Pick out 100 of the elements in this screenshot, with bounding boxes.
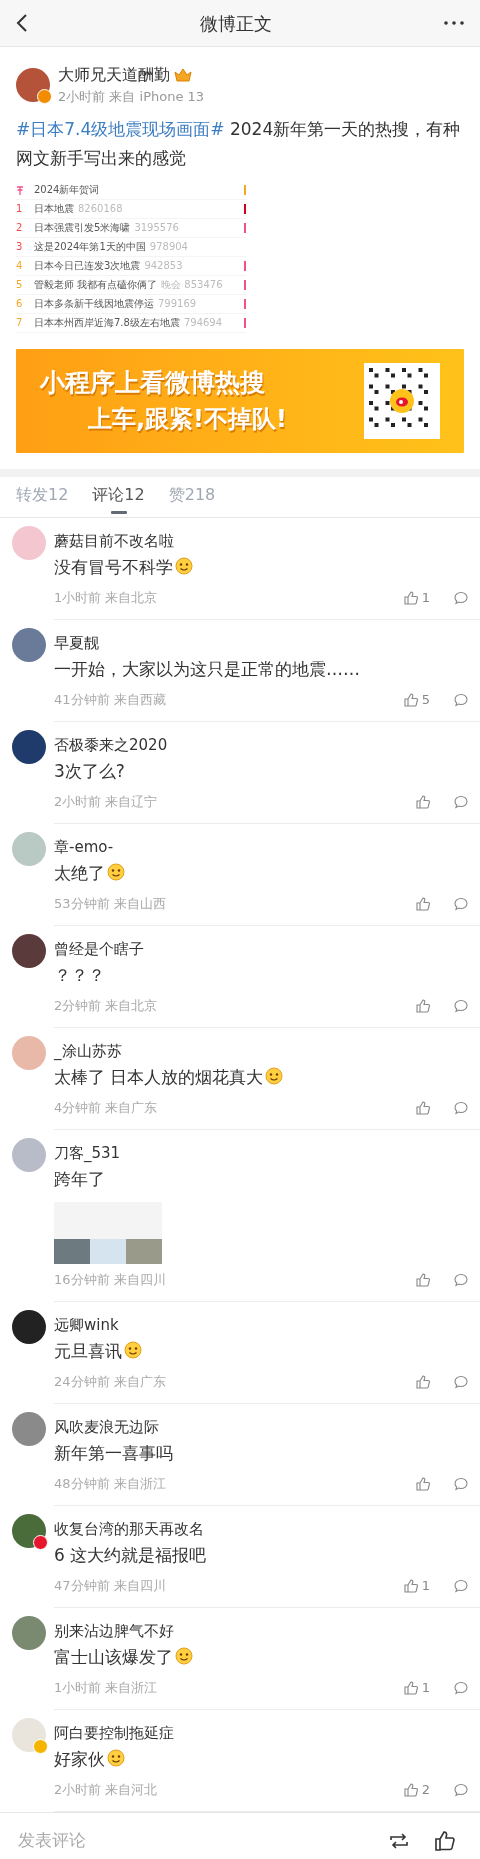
speech-bubble-icon [454, 1476, 468, 1491]
comment-text: 富士山该爆发了 [54, 1646, 173, 1667]
reply-button[interactable] [454, 1476, 468, 1491]
user-avatar[interactable] [12, 729, 46, 764]
like-button[interactable]: 5 [403, 692, 430, 707]
banner-tagline: 上车,跟紧!不掉队! [87, 404, 287, 436]
user-name[interactable]: 远卿wink [54, 1313, 468, 1336]
emoji-icon [107, 1748, 125, 1767]
reply-button[interactable] [454, 692, 468, 707]
user-name[interactable]: 章-emo- [54, 835, 468, 858]
hot-topic-title: 日本强震引发5米海啸 [34, 221, 131, 235]
reply-button[interactable] [454, 998, 468, 1013]
emoji-icon [265, 1066, 284, 1085]
thumbs-up-icon [416, 1476, 430, 1491]
speech-bubble-icon [454, 998, 468, 1013]
user-name[interactable]: 别来沾边脾气不好 [54, 1619, 468, 1642]
comment-time: 48分钟前 来自浙江 [54, 1474, 167, 1493]
like-button[interactable]: 1 [403, 1680, 430, 1695]
hot-count: 942853 [144, 259, 183, 273]
comment-time: 24分钟前 来自广东 [54, 1372, 167, 1391]
photo-placeholder[interactable] [54, 1201, 90, 1264]
thumbs-up-icon [403, 692, 418, 707]
user-avatar[interactable] [12, 1309, 46, 1344]
comment-time: 53分钟前 来自山西 [54, 894, 167, 913]
comment-text: 新年第一喜事吗 [54, 1442, 173, 1463]
emoji-icon [175, 1646, 193, 1665]
speech-bubble-icon [454, 590, 468, 605]
thumbs-up-icon [416, 1100, 430, 1115]
author-name[interactable]: 大师兄天道酬勤 [58, 63, 170, 87]
comment-text: 一开始，大家以为这只是正常的地震…… [54, 658, 360, 679]
back-button[interactable] [16, 13, 28, 33]
reply-button[interactable] [454, 1374, 468, 1389]
speech-bubble-icon [454, 1100, 468, 1115]
hot-topic-title: 日本今日已连发3次地震 [34, 259, 141, 273]
user-name[interactable]: 风吹麦浪无边际 [54, 1415, 468, 1438]
comment-text: 好家伙 [54, 1748, 105, 1769]
hot-topic-title: 日本本州西岸近海7.8级左右地震 [34, 316, 180, 330]
hot-topic-title: 管毅老师 我都有点磕你俩了 [34, 278, 158, 292]
user-avatar[interactable] [12, 1513, 46, 1548]
hot-topic-title: 2024新年贺词 [34, 183, 100, 197]
comment-time: 4分钟前 来自广东 [54, 1098, 159, 1117]
post-text: #日本7.4级地震现场画面# 2024新年第一天的热搜，有种网文新手写出来的感觉 [16, 117, 462, 170]
rank-number: 2 [16, 222, 23, 233]
speech-bubble-icon [454, 692, 468, 707]
comment-time: 1小时前 来自浙江 [54, 1678, 159, 1697]
comment-input[interactable]: 发表评论 [16, 1826, 364, 1855]
user-name[interactable]: 否极黍来之2020 [54, 733, 468, 756]
reply-button[interactable] [454, 1680, 468, 1695]
like-button[interactable]: 1 [403, 1578, 430, 1593]
user-name[interactable]: 曾经是个瞎子 [54, 937, 468, 960]
emoji-icon [124, 1340, 142, 1359]
post-meta: 2小时前 来自 iPhone 13 [58, 88, 205, 106]
comment-time: 47分钟前 来自四川 [54, 1576, 167, 1595]
banner-headline: 小程序上看微博热搜 [40, 366, 266, 399]
comment-text: 太棒了 日本人放的烟花真大 [54, 1066, 264, 1087]
like-button[interactable]: 2 [403, 1782, 430, 1797]
user-name[interactable]: 刀客_531 [54, 1141, 468, 1164]
like-button[interactable] [434, 1829, 456, 1852]
hot-topic-title: 日本多条新干线因地震停运 [34, 297, 154, 311]
comment-time: 2小时前 来自辽宁 [54, 792, 159, 811]
reply-button[interactable] [454, 1782, 468, 1797]
thumbs-up-icon [416, 998, 430, 1013]
comment-time: 1小时前 来自北京 [54, 588, 159, 607]
emoji-icon [175, 556, 193, 575]
user-name[interactable]: 蘑菇目前不改名啦 [54, 529, 468, 552]
hot-topic-title: 这是2024年第1天的中国 [34, 240, 146, 254]
tab[interactable]: 评论12 [92, 476, 145, 517]
repost-button[interactable] [388, 1830, 410, 1851]
user-name[interactable]: 早夏靓 [54, 631, 468, 654]
user-name[interactable]: 阿白要控制拖延症 [54, 1721, 468, 1744]
rank-number: 6 [16, 298, 23, 309]
speech-bubble-icon [454, 1272, 468, 1287]
reply-button[interactable] [454, 590, 468, 605]
hot-count: 8260168 [78, 202, 123, 216]
reply-button[interactable] [454, 896, 468, 911]
reply-button[interactable] [454, 794, 468, 809]
reply-button[interactable] [454, 1578, 468, 1593]
thumbs-up-icon [416, 1374, 430, 1389]
page-title: 微博正文 [200, 11, 272, 36]
speech-bubble-icon [454, 1680, 468, 1695]
rank-number: 4 [16, 260, 23, 271]
hot-count: 794694 [183, 316, 223, 330]
like-button[interactable]: 1 [403, 590, 430, 605]
reply-button[interactable] [454, 1100, 468, 1115]
user-avatar[interactable] [12, 933, 46, 968]
hot-count: 晚会 853476 [161, 278, 223, 292]
user-name[interactable]: _涂山苏苏 [54, 1039, 468, 1062]
comment-text: 太绝了 [54, 862, 105, 883]
hot-count: 799169 [158, 297, 197, 311]
comment-time: 16分钟前 来自四川 [54, 1270, 167, 1289]
photo-placeholder[interactable] [126, 1201, 162, 1264]
pin-icon [16, 185, 24, 195]
reply-button[interactable] [454, 1272, 468, 1287]
comment-text: 元旦喜讯 [54, 1340, 122, 1361]
comment-text: 跨年了 [54, 1168, 105, 1189]
user-name[interactable]: 收复台湾的那天再改名 [54, 1517, 468, 1540]
speech-bubble-icon [454, 1578, 468, 1593]
more-button[interactable] [444, 21, 464, 25]
author-avatar[interactable] [16, 67, 50, 102]
hot-topic-title: 日本地震 [34, 202, 74, 216]
